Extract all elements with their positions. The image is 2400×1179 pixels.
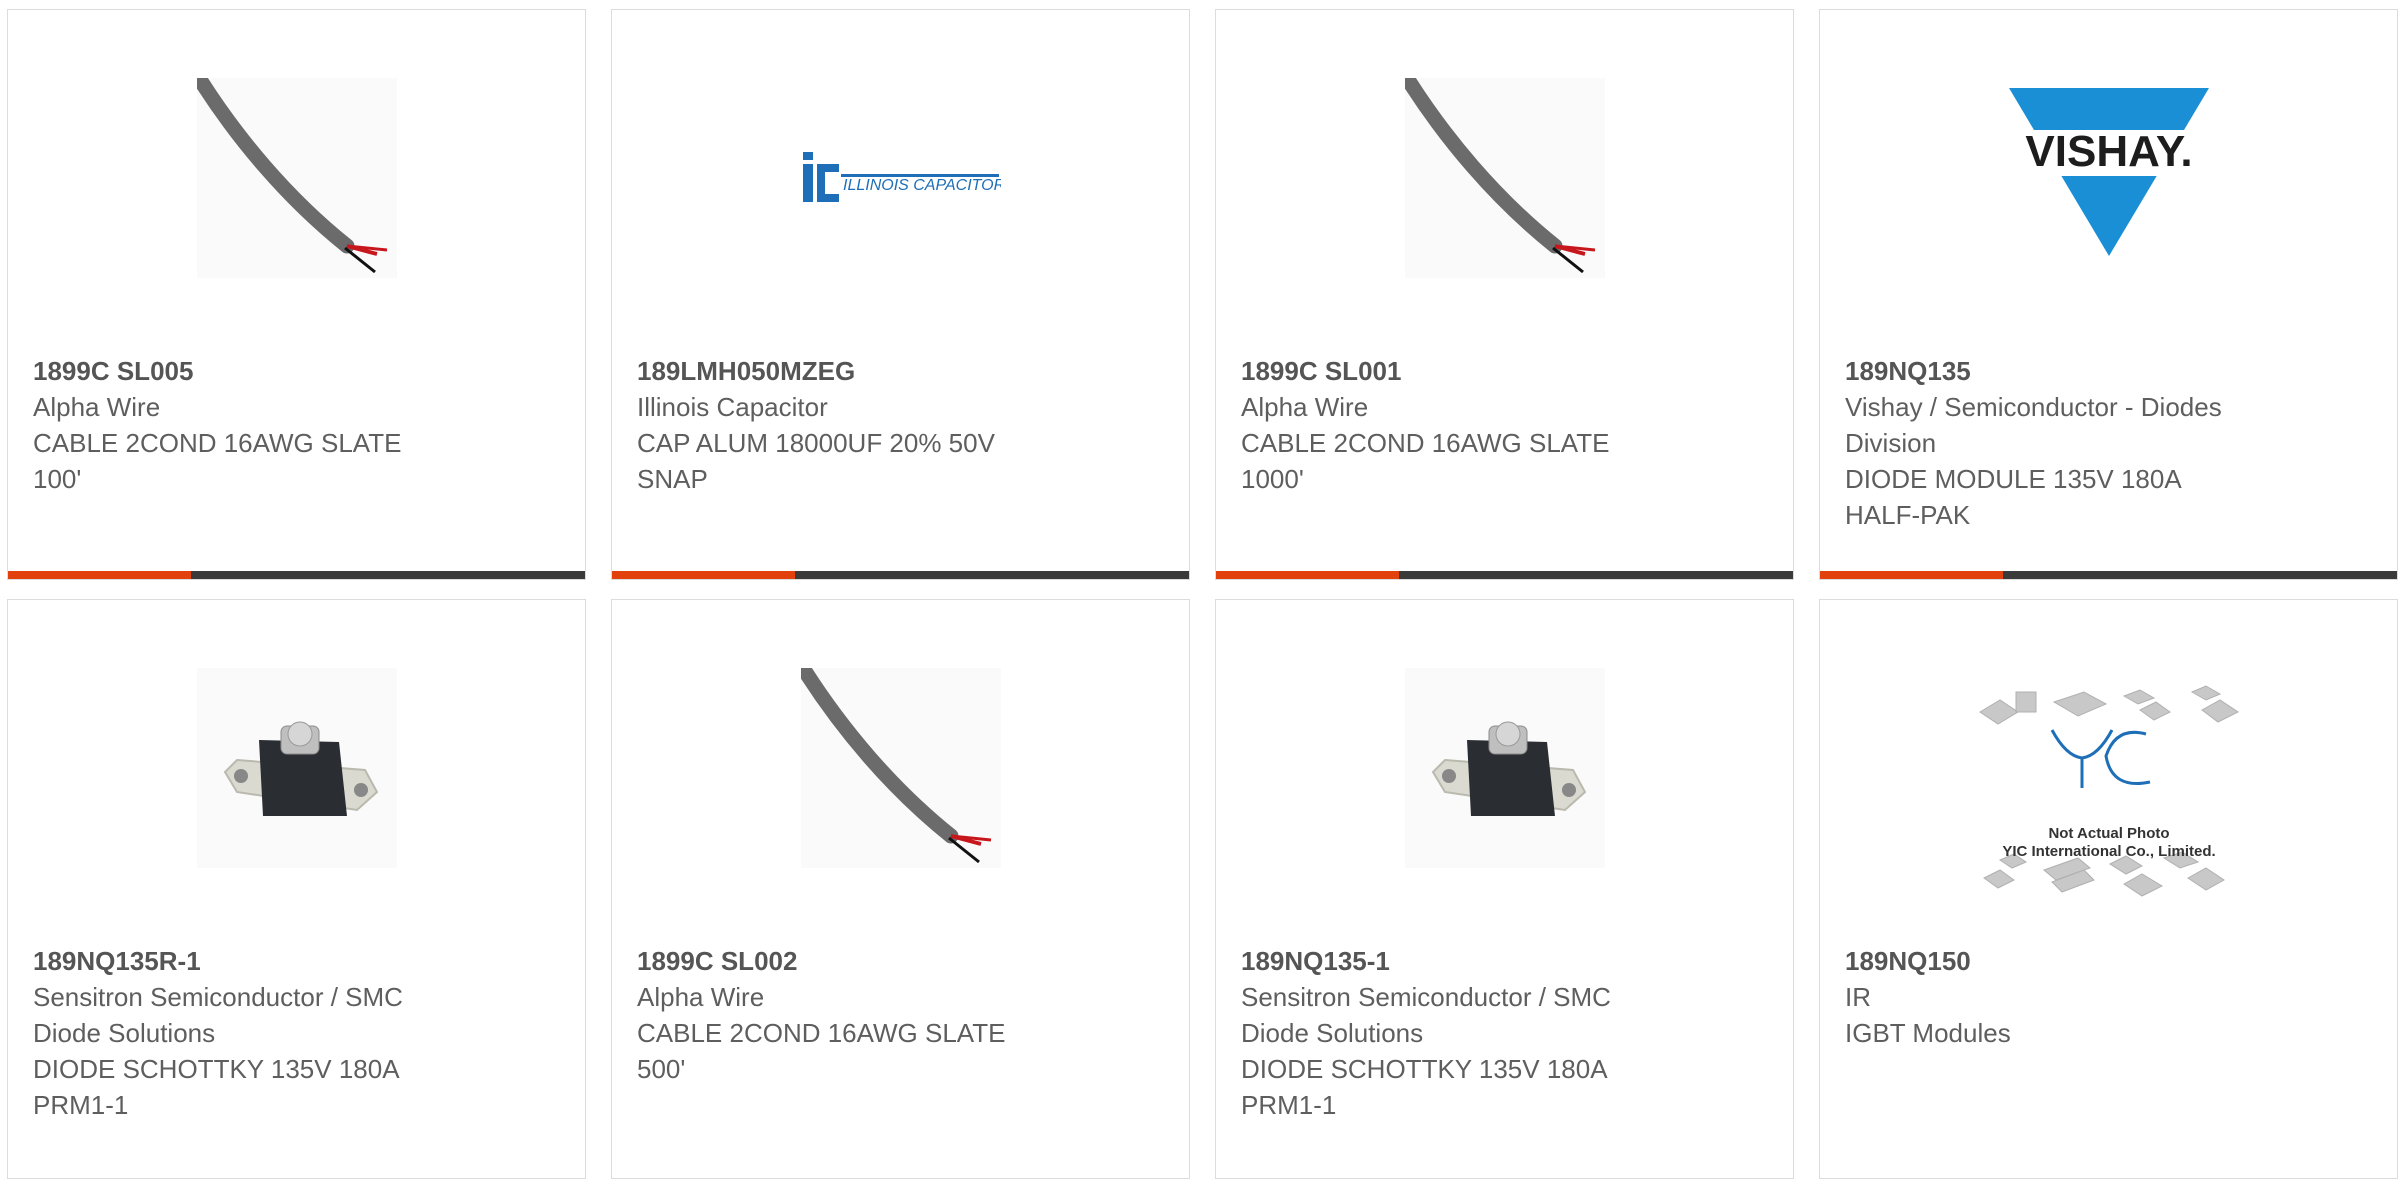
part-number[interactable]: 1899C SL005 xyxy=(33,353,565,389)
description: CAP ALUM 18000UF 20% 50V SNAP xyxy=(637,428,995,494)
part-number[interactable]: 189NQ135-1 xyxy=(1241,943,1773,979)
part-number[interactable]: 1899C SL002 xyxy=(637,943,1169,979)
product-card[interactable]: 1899C SL002 Alpha Wire CABLE 2COND 16AWG… xyxy=(611,599,1190,1179)
manufacturer: Alpha Wire xyxy=(33,392,161,422)
cable-icon xyxy=(1404,78,1605,278)
part-number[interactable]: 189NQ135R-1 xyxy=(33,943,565,979)
description: CABLE 2COND 16AWG SLATE 500' xyxy=(637,1018,1006,1084)
card-bottom-bar xyxy=(8,571,585,579)
product-card[interactable]: 189NQ135-1 Sensitron Semiconductor / SMC… xyxy=(1215,599,1794,1179)
diode-module-icon xyxy=(196,668,397,868)
svg-text:VISHAY.: VISHAY. xyxy=(2025,127,2192,176)
svg-text:Not Actual Photo: Not Actual Photo xyxy=(2048,825,2169,842)
cable-icon xyxy=(196,78,397,278)
product-image[interactable] xyxy=(612,658,1189,878)
description: CABLE 2COND 16AWG SLATE 100' xyxy=(33,428,402,494)
description: IGBT Modules xyxy=(1845,1018,2011,1048)
product-image[interactable]: Not Actual Photo YIC International Co., … xyxy=(1820,670,2397,910)
description: CABLE 2COND 16AWG SLATE 1000' xyxy=(1241,428,1610,494)
svg-text:YIC International Co., Limited: YIC International Co., Limited. xyxy=(2002,843,2215,860)
not-actual-photo-icon: Not Actual Photo YIC International Co., … xyxy=(1973,670,2244,910)
description: DIODE SCHOTTKY 135V 180A PRM1-1 xyxy=(33,1054,400,1120)
product-image[interactable]: VISHAY. xyxy=(1820,68,2397,288)
description: DIODE SCHOTTKY 135V 180A PRM1-1 xyxy=(1241,1054,1608,1120)
manufacturer: Illinois Capacitor xyxy=(637,392,828,422)
part-number[interactable]: 189LMH050MZEG xyxy=(637,353,1169,389)
card-bottom-bar xyxy=(1216,571,1793,579)
product-card[interactable]: 189NQ135R-1 Sensitron Semiconductor / SM… xyxy=(7,599,586,1179)
manufacturer: Sensitron Semiconductor / SMC Diode Solu… xyxy=(33,982,403,1048)
svg-text:ILLINOIS CAPACITOR, INC.: ILLINOIS CAPACITOR, INC. xyxy=(843,177,1001,194)
illinois-capacitor-logo: ILLINOIS CAPACITOR, INC. xyxy=(800,78,1001,278)
diode-module-icon xyxy=(1404,668,1605,868)
product-image[interactable] xyxy=(1216,68,1793,288)
part-number[interactable]: 1899C SL001 xyxy=(1241,353,1773,389)
product-grid: 1899C SL005 Alpha Wire CABLE 2COND 16AWG… xyxy=(0,0,2400,1179)
manufacturer: Sensitron Semiconductor / SMC Diode Solu… xyxy=(1241,982,1611,1048)
product-image[interactable]: ILLINOIS CAPACITOR, INC. xyxy=(612,68,1189,288)
product-image[interactable] xyxy=(1216,658,1793,878)
description: DIODE MODULE 135V 180A HALF-PAK xyxy=(1845,464,2182,530)
product-card[interactable]: 1899C SL001 Alpha Wire CABLE 2COND 16AWG… xyxy=(1215,9,1794,580)
product-image[interactable] xyxy=(8,68,585,288)
cable-icon xyxy=(800,668,1001,868)
vishay-logo: VISHAY. xyxy=(2008,78,2209,278)
card-bottom-bar xyxy=(1820,571,2397,579)
product-card[interactable]: ILLINOIS CAPACITOR, INC. 189LMH050MZEG I… xyxy=(611,9,1190,580)
manufacturer: Vishay / Semiconductor - Diodes Division xyxy=(1845,392,2222,458)
manufacturer: Alpha Wire xyxy=(1241,392,1369,422)
product-image[interactable] xyxy=(8,658,585,878)
product-card[interactable]: 1899C SL005 Alpha Wire CABLE 2COND 16AWG… xyxy=(7,9,586,580)
product-card[interactable]: VISHAY. 189NQ135 Vishay / Semiconductor … xyxy=(1819,9,2398,580)
part-number[interactable]: 189NQ150 xyxy=(1845,943,2377,979)
manufacturer: Alpha Wire xyxy=(637,982,765,1012)
part-number[interactable]: 189NQ135 xyxy=(1845,353,2377,389)
card-bottom-bar xyxy=(612,571,1189,579)
manufacturer: IR xyxy=(1845,982,1871,1012)
product-card[interactable]: Not Actual Photo YIC International Co., … xyxy=(1819,599,2398,1179)
